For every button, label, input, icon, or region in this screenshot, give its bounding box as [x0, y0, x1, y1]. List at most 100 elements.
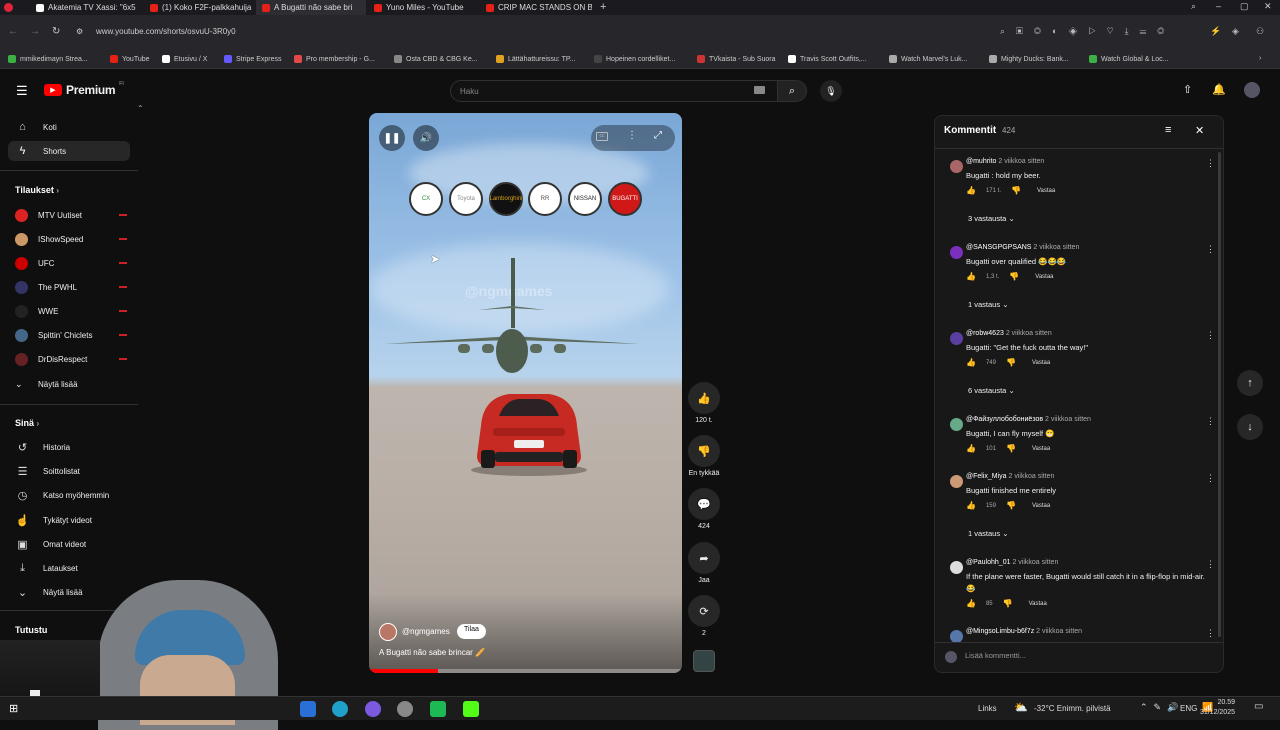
comment-meta[interactable]: @SANSGPGPSANS 2 viikkoa sitten	[966, 244, 1079, 251]
captions-icon[interactable]: cc	[596, 132, 608, 141]
thumbs-up-icon[interactable]: 👍	[966, 186, 976, 195]
collapse-icon[interactable]: ⌃	[137, 104, 144, 113]
next-short-button[interactable]: ↓	[1237, 414, 1263, 440]
upload-icon[interactable]: ⇧	[1183, 83, 1192, 96]
thumbs-down-icon[interactable]: 👎	[1009, 272, 1019, 281]
commenter-avatar[interactable]	[950, 246, 963, 259]
forward-icon[interactable]: →	[30, 26, 40, 37]
more-options-icon[interactable]: ⋮	[627, 130, 637, 141]
search-button[interactable]: ⌕	[777, 80, 807, 102]
weather-text[interactable]: -32°C Enimm. pilvistä	[1034, 704, 1111, 713]
menu-icon[interactable]: ☰	[16, 83, 28, 99]
subscription-item[interactable]: WWE	[15, 302, 127, 320]
comment-more-icon[interactable]: ⋮	[1206, 330, 1215, 341]
account-avatar[interactable]	[1244, 82, 1260, 98]
bookmark[interactable]: Hopeinen cordelliket...	[594, 55, 675, 63]
tray-icons[interactable]: ⌃✎🔊	[1140, 702, 1184, 713]
new-tab-icon[interactable]: +	[600, 1, 606, 13]
notifications-icon[interactable]: 🔔	[1212, 83, 1226, 96]
comments-button[interactable]: 💬	[688, 488, 720, 520]
comment-more-icon[interactable]: ⋮	[1206, 158, 1215, 169]
extension-icon[interactable]: ◈	[1232, 26, 1239, 37]
comment-more-icon[interactable]: ⋮	[1206, 473, 1215, 484]
sidebar-item-home[interactable]: ⌂ Koti	[8, 117, 130, 137]
clock[interactable]: 20.59 31/12/2025	[1200, 698, 1235, 718]
taskbar-links[interactable]: Links	[978, 704, 997, 713]
browser-tab[interactable]: CRIP MAC STANDS ON BU	[480, 0, 592, 15]
comment-meta[interactable]: @robw4623 2 viikkoa sitten	[966, 330, 1052, 337]
bookmark[interactable]: Travis Scott Outfits,...	[788, 55, 867, 63]
voice-search-button[interactable]: 🎙	[820, 80, 842, 102]
bookmark[interactable]: Stripe Express	[224, 55, 282, 63]
bookmark[interactable]: Etusivu / X	[162, 55, 207, 63]
browser-tab-active[interactable]: A Bugatti não sabe bri	[256, 0, 366, 15]
subscription-item[interactable]: DrDisRespect	[15, 350, 127, 368]
thumbs-up-icon[interactable]: 👍	[966, 444, 976, 453]
site-info-icon[interactable]: ⚙	[76, 27, 83, 36]
browser-tab[interactable]: Yuno Miles - YouTube	[368, 0, 478, 15]
edge-icon[interactable]	[332, 701, 348, 717]
add-comment-input[interactable]: Lisää kommentti...	[965, 651, 1026, 660]
thumbs-up-icon[interactable]: 👍	[966, 358, 976, 367]
sort-icon[interactable]: ≡	[1165, 124, 1171, 136]
thumbs-up-icon[interactable]: 👍	[966, 272, 976, 281]
notification-center-icon[interactable]: ▭	[1254, 701, 1263, 712]
thumbs-down-icon[interactable]: 👎	[1003, 599, 1013, 608]
comment-more-icon[interactable]: ⋮	[1206, 244, 1215, 255]
bookmark[interactable]: Watch Marvel's Luk...	[889, 55, 967, 63]
reply-button[interactable]: Vastaa	[1029, 601, 1047, 607]
like-button[interactable]: 👍	[688, 382, 720, 414]
reply-button[interactable]: Vastaa	[1032, 446, 1050, 452]
sidebar-item-your-videos[interactable]: ▣ Omat videot	[8, 534, 130, 554]
remix-button[interactable]: ⟳	[688, 595, 720, 627]
thumbs-up-icon[interactable]: 👍	[966, 501, 976, 510]
subscriptions-heading[interactable]: Tilaukset ›	[15, 185, 59, 195]
subscription-item[interactable]: IShowSpeed	[15, 230, 127, 248]
reply-button[interactable]: Vastaa	[1037, 188, 1055, 194]
bookmark[interactable]: TVkaista - Sub Suora	[697, 55, 776, 63]
discord-icon[interactable]	[365, 701, 381, 717]
sidebar-item-history[interactable]: ↺ Historia	[8, 437, 130, 457]
browser-tab[interactable]: Akatemia TV Xassi: "6x5	[30, 0, 142, 15]
bookmark[interactable]: Mighty Ducks: Bank...	[989, 55, 1069, 63]
bookmark[interactable]: Pro membership - G...	[294, 55, 375, 63]
subscription-item[interactable]: UFC	[15, 254, 127, 272]
thumbs-down-icon[interactable]: 👎	[1011, 186, 1021, 195]
view-replies-button[interactable]: 6 vastausta ⌄	[968, 386, 1015, 395]
reply-button[interactable]: Vastaa	[1032, 360, 1050, 366]
sidebar-item-shorts[interactable]: ϟ Shorts	[8, 141, 130, 161]
thumbs-down-icon[interactable]: 👎	[1006, 501, 1016, 510]
sidebar-item-playlists[interactable]: ☰ Soittolistat	[8, 461, 130, 481]
subscribe-button[interactable]: Tilaa	[457, 624, 486, 639]
you-heading[interactable]: Sinä ›	[15, 418, 39, 428]
sidebar-item-liked-videos[interactable]: ☝ Tykätyt videot	[8, 510, 130, 530]
dislike-button[interactable]: 👎	[688, 435, 720, 467]
kick-icon[interactable]	[463, 701, 479, 717]
previous-short-button[interactable]: ↑	[1237, 370, 1263, 396]
windows-start-icon[interactable]: ⊞	[9, 702, 18, 715]
thumbs-down-icon[interactable]: 👎	[1006, 444, 1016, 453]
commenter-avatar[interactable]	[950, 418, 963, 431]
sidebar-item-downloads[interactable]: ⤓ Lataukset	[8, 558, 130, 578]
bookmark[interactable]: Osta CBD & CBG Ke...	[394, 55, 478, 63]
keyboard-icon[interactable]	[754, 86, 765, 94]
commenter-avatar[interactable]	[950, 332, 963, 345]
bookmark[interactable]: Lättähattureissu: TP...	[496, 55, 575, 63]
back-icon[interactable]: ←	[8, 26, 18, 37]
youtube-logo[interactable]: ▶ Premium FI	[44, 81, 124, 97]
bookmark[interactable]: YouTube	[110, 55, 150, 63]
taskbar-app-icon[interactable]	[397, 701, 413, 717]
video-title[interactable]: A Bugatti não sabe brincar 🥖	[379, 648, 485, 657]
channel-name[interactable]: @ngmgames	[402, 627, 450, 636]
pause-button[interactable]: ❚❚	[379, 125, 405, 151]
close-icon[interactable]: ✕	[1195, 124, 1204, 137]
extension-icon[interactable]: ⚡	[1210, 26, 1221, 37]
view-replies-button[interactable]: 3 vastausta ⌄	[968, 214, 1015, 223]
bookmark[interactable]: mmikedimayn Strea...	[8, 55, 88, 63]
ai-sidebar-icon[interactable]: ⚇	[1256, 26, 1264, 37]
commenter-avatar[interactable]	[950, 160, 963, 173]
reload-icon[interactable]: ↻	[52, 26, 60, 37]
volume-button[interactable]: 🔊	[413, 125, 439, 151]
sound-thumbnail[interactable]	[693, 650, 715, 672]
sidebar-item-watch-later[interactable]: ◷ Katso myöhemmin	[8, 485, 130, 505]
